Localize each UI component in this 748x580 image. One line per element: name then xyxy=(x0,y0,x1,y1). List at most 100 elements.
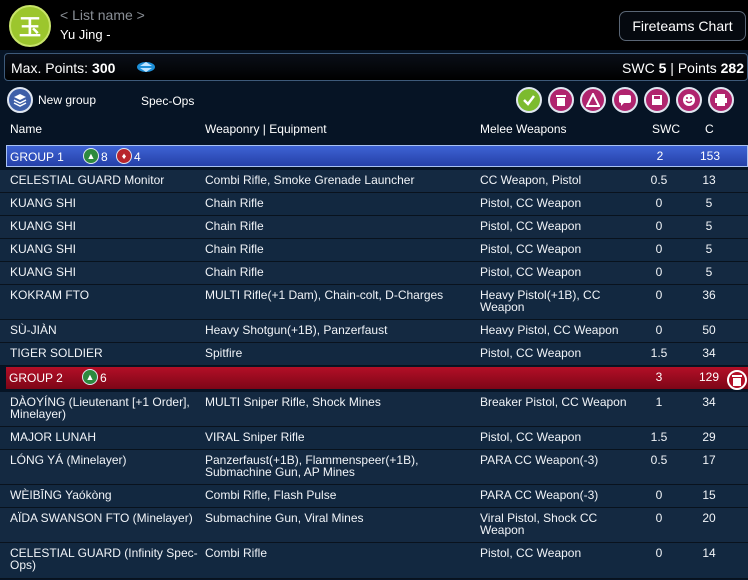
print-icon[interactable] xyxy=(708,87,734,113)
unit-name: WÈIBĪNG Yaókòng xyxy=(10,488,112,502)
unit-melee: Pistol, CC Weapon xyxy=(480,219,582,233)
unit-name: KOKRAM FTO xyxy=(10,288,90,302)
table-row[interactable]: WÈIBĪNG Yaókòng Combi Rifle, Flash Pulse… xyxy=(0,485,748,508)
unit-weapons: Submachine Gun, Viral Mines xyxy=(205,511,364,525)
table-row[interactable]: AÏDA SWANSON FTO (Minelayer) Submachine … xyxy=(0,508,748,543)
specops-link[interactable]: Spec-Ops xyxy=(141,94,194,108)
unit-melee: Heavy Pistol, CC Weapon xyxy=(480,323,619,337)
swc-total: 5 xyxy=(658,60,667,76)
regular-order-icon: ▲ xyxy=(83,148,99,164)
unit-name: CELESTIAL GUARD Monitor xyxy=(10,173,165,187)
unit-cost: 36 xyxy=(702,288,716,302)
group-label: GROUP 2 xyxy=(9,371,63,385)
unit-melee: Pistol, CC Weapon xyxy=(480,265,582,279)
unit-cost: 5 xyxy=(705,196,713,210)
points-label: Points xyxy=(677,60,717,76)
unit-swc: 0 xyxy=(655,546,663,560)
table-row[interactable]: CELESTIAL GUARD Monitor Combi Rifle, Smo… xyxy=(0,170,748,193)
unit-melee: CC Weapon, Pistol xyxy=(480,173,582,187)
column-header-swc: SWC xyxy=(652,122,680,136)
fireteams-chart-button[interactable]: Fireteams Chart xyxy=(619,11,746,41)
delete-group-icon[interactable] xyxy=(727,370,747,390)
irregular-order-count: 4 xyxy=(134,150,141,164)
table-row[interactable]: MAJOR LUNAH VIRAL Sniper Rifle Pistol, C… xyxy=(0,427,748,450)
max-points-selector-icon[interactable] xyxy=(136,60,156,74)
unit-weapons: Combi Rifle, Smoke Grenade Launcher xyxy=(205,173,415,187)
chat-icon[interactable] xyxy=(612,87,638,113)
army-name: Yu Jing - xyxy=(60,27,111,42)
unit-name: SÙ-JIÀN xyxy=(10,323,57,337)
unit-melee: Pistol, CC Weapon xyxy=(480,546,582,560)
unit-weapons: Combi Rifle, Flash Pulse xyxy=(205,488,337,502)
table-row[interactable]: KUANG SHI Chain Rifle Pistol, CC Weapon … xyxy=(0,193,748,216)
table-row[interactable]: DÀOYÍNG (Lieutenant [+1 Order], Minelaye… xyxy=(0,392,748,427)
unit-cost: 5 xyxy=(705,219,713,233)
unit-swc: 0 xyxy=(655,323,663,337)
unit-melee: Pistol, CC Weapon xyxy=(480,430,582,444)
unit-weapons: Panzerfaust(+1B), Flammenspeer(+1B), Sub… xyxy=(205,453,419,479)
max-points-value: 300 xyxy=(92,60,116,76)
unit-name: TIGER SOLDIER xyxy=(10,346,103,360)
table-row[interactable]: KOKRAM FTO MULTI Rifle(+1 Dam), Chain-co… xyxy=(0,285,748,320)
unit-melee: PARA CC Weapon(-3) xyxy=(480,488,599,502)
swc-label: SWC xyxy=(622,60,655,76)
smiley-icon[interactable] xyxy=(676,87,702,113)
unit-name: LÓNG YÁ (Minelayer) xyxy=(10,453,127,467)
army-logo-icon[interactable] xyxy=(580,87,606,113)
unit-cost: 29 xyxy=(702,430,716,444)
unit-swc: 0 xyxy=(655,511,663,525)
unit-cost: 14 xyxy=(702,546,716,560)
regular-order-count: 8 xyxy=(101,150,108,164)
column-header-weapons: Weaponry | Equipment xyxy=(205,122,327,136)
unit-name: KUANG SHI xyxy=(10,219,77,233)
unit-weapons: VIRAL Sniper Rifle xyxy=(205,430,305,444)
new-group-label: New group xyxy=(38,93,97,107)
points-total: 282 xyxy=(720,60,744,76)
table-row[interactable]: TIGER SOLDIER Spitfire Pistol, CC Weapon… xyxy=(0,343,748,366)
unit-swc: 0 xyxy=(655,242,663,256)
toolbar: New group Spec-Ops xyxy=(0,84,748,118)
unit-name: CELESTIAL GUARD (Infinity Spec-Ops) xyxy=(10,546,198,572)
group-label: GROUP 1 xyxy=(10,150,64,164)
regular-order-count: 6 xyxy=(100,371,107,385)
unit-weapons: Chain Rifle xyxy=(205,219,264,233)
unit-weapons: Chain Rifle xyxy=(205,196,264,210)
list-name-field[interactable]: < List name > xyxy=(60,7,145,23)
unit-melee: Breaker Pistol, CC Weapon xyxy=(480,395,627,409)
validate-icon[interactable] xyxy=(516,87,542,113)
save-icon[interactable] xyxy=(644,87,670,113)
trash-icon[interactable] xyxy=(548,87,574,113)
unit-weapons: Heavy Shotgun(+1B), Panzerfaust xyxy=(205,323,388,337)
unit-cost: 20 xyxy=(702,511,716,525)
unit-swc: 1.5 xyxy=(650,346,668,360)
group-cost: 153 xyxy=(699,149,721,163)
unit-melee: PARA CC Weapon(-3) xyxy=(480,453,599,467)
table-row[interactable]: CELESTIAL GUARD (Infinity Spec-Ops) Comb… xyxy=(0,543,748,579)
table-row[interactable]: LÓNG YÁ (Minelayer) Panzerfaust(+1B), Fl… xyxy=(0,450,748,485)
unit-melee: Pistol, CC Weapon xyxy=(480,196,582,210)
unit-cost: 34 xyxy=(702,395,716,409)
table-row[interactable]: KUANG SHI Chain Rifle Pistol, CC Weapon … xyxy=(0,216,748,239)
unit-weapons: Chain Rifle xyxy=(205,265,264,279)
table-row[interactable]: SÙ-JIÀN Heavy Shotgun(+1B), Panzerfaust … xyxy=(0,320,748,343)
unit-weapons: Spitfire xyxy=(205,346,243,360)
regular-order-icon: ▲ xyxy=(82,369,98,385)
unit-swc: 0 xyxy=(655,488,663,502)
group-2-row[interactable]: GROUP 2 ▲ 6 3 129 xyxy=(6,367,748,389)
group-cost: 129 xyxy=(698,370,720,384)
unit-melee: Pistol, CC Weapon xyxy=(480,346,582,360)
table-row[interactable]: KUANG SHI Chain Rifle Pistol, CC Weapon … xyxy=(0,262,748,285)
group-1-row[interactable]: GROUP 1 ▲ 8 ♦ 4 2 153 xyxy=(6,145,748,167)
unit-swc: 0 xyxy=(655,196,663,210)
unit-weapons: Chain Rifle xyxy=(205,242,264,256)
unit-swc: 0.5 xyxy=(650,453,668,467)
swc-points-summary: SWC 5 | Points 282 xyxy=(622,60,744,76)
layers-icon xyxy=(7,87,33,113)
group-swc: 2 xyxy=(656,149,664,163)
unit-weapons: Combi Rifle xyxy=(205,546,268,560)
unit-melee: Heavy Pistol(+1B), CC Weapon xyxy=(480,288,601,314)
unit-cost: 34 xyxy=(702,346,716,360)
new-group-button[interactable]: New group xyxy=(7,87,96,113)
column-header-melee: Melee Weapons xyxy=(480,122,567,136)
table-row[interactable]: KUANG SHI Chain Rifle Pistol, CC Weapon … xyxy=(0,239,748,262)
